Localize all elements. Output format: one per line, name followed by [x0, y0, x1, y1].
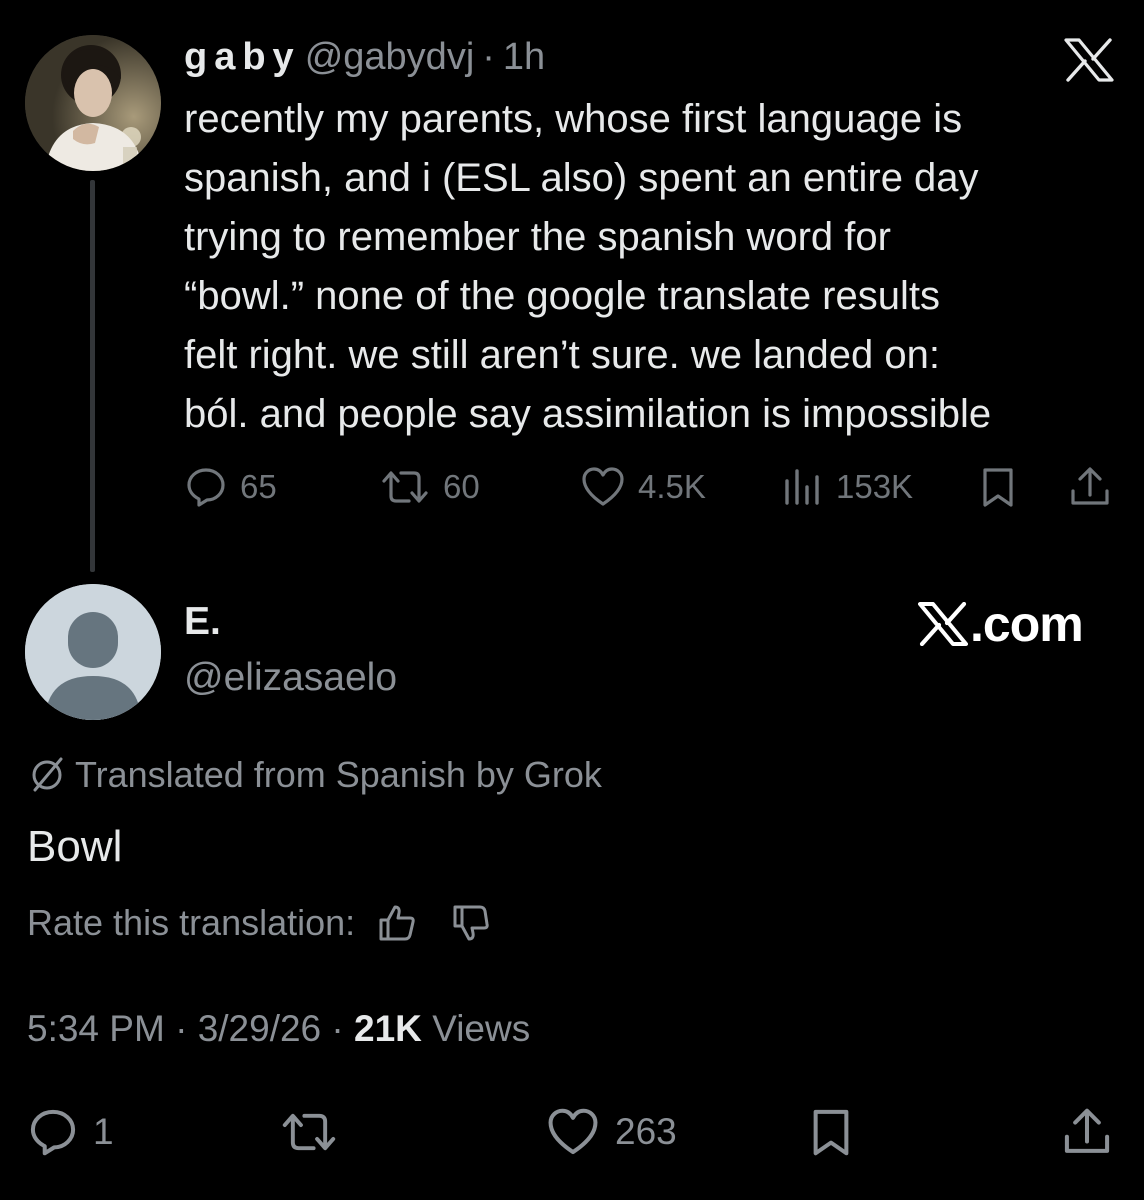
share-icon	[1064, 1108, 1110, 1153]
thumbs-down-icon[interactable]	[451, 903, 491, 943]
thumbs-up-icon[interactable]	[377, 903, 417, 943]
like-button[interactable]: 4.5K	[580, 462, 706, 512]
meta-separator: ·	[175, 1008, 188, 1049]
tweet-text-line: felt right. we still aren’t sure. we lan…	[184, 333, 940, 377]
views-icon	[785, 469, 819, 505]
elizasaelo-avatar[interactable]	[25, 584, 161, 720]
reply-button[interactable]: 1	[27, 1104, 114, 1160]
thread-line	[90, 180, 95, 572]
reply-button[interactable]: 65	[184, 462, 277, 512]
reply-views-label: Views	[432, 1008, 531, 1049]
tweet-text-line: “bowl.” none of the google translate res…	[184, 274, 940, 318]
share-icon	[1071, 467, 1109, 505]
views-button[interactable]: 153K	[780, 462, 913, 512]
tweet-text-line: spanish, and i (ESL also) spent an entir…	[184, 156, 979, 200]
translate-icon	[32, 757, 63, 792]
share-button[interactable]	[1068, 462, 1112, 512]
bookmark-button[interactable]	[976, 462, 1020, 512]
like-button[interactable]: 263	[545, 1104, 677, 1160]
reply-tweet-text: Bowl	[27, 822, 123, 871]
translation-note-text: Translated from Spanish by Grok	[75, 754, 602, 795]
x-logo-icon	[1064, 38, 1114, 82]
bookmark-icon	[983, 468, 1013, 507]
share-button[interactable]	[1061, 1104, 1113, 1160]
brand-domain: .com	[970, 596, 1084, 652]
default-avatar-icon	[25, 584, 161, 720]
bookmark-button[interactable]	[805, 1104, 857, 1160]
reply-display-name[interactable]: E.	[184, 600, 221, 644]
repost-button[interactable]: 60	[379, 462, 480, 512]
like-count: 4.5K	[638, 468, 706, 505]
tweet-text-line: trying to remember the spanish word for	[184, 215, 891, 259]
parent-handle[interactable]: @gabydvj	[305, 36, 475, 79]
reply-views-count: 21K	[354, 1008, 422, 1049]
reply-date[interactable]: 3/29/26	[198, 1008, 321, 1049]
reply-time[interactable]: 5:34 PM	[27, 1008, 165, 1049]
avatar-photo-icon	[25, 35, 161, 171]
parent-display-name[interactable]: gaby	[184, 36, 301, 79]
views-count: 153K	[836, 468, 914, 505]
bookmark-icon	[813, 1109, 849, 1156]
repost-count: 60	[443, 468, 480, 505]
parent-action-bar: 65 60 4.5K 153K	[184, 462, 1114, 512]
x-com-brand: .com	[918, 596, 1084, 652]
parent-tweet-header: gaby @gabydvj · 1h	[184, 36, 545, 86]
rate-translation: Rate this translation:	[27, 902, 491, 944]
like-icon	[548, 1108, 598, 1155]
tweet-meta: 5:34 PM · 3/29/26 · 21K Views	[27, 1008, 530, 1050]
meta-separator: ·	[331, 1008, 344, 1049]
like-count: 263	[615, 1111, 677, 1152]
reply-action-bar: 1 263	[27, 1104, 1117, 1160]
parent-timestamp[interactable]: 1h	[503, 36, 545, 79]
reply-handle[interactable]: @elizasaelo	[184, 656, 397, 700]
reply-count: 1	[93, 1111, 114, 1152]
reply-count: 65	[240, 468, 277, 505]
translation-note: Translated from Spanish by Grok	[27, 754, 602, 796]
repost-button[interactable]	[279, 1104, 339, 1160]
repost-icon	[282, 1113, 336, 1151]
gaby-avatar[interactable]	[25, 35, 161, 171]
rate-translation-label: Rate this translation:	[27, 902, 356, 943]
header-separator: ·	[482, 36, 495, 78]
repost-icon	[382, 471, 428, 503]
tweet-text-line: ból. and people say assimilation is impo…	[184, 392, 992, 436]
reply-icon	[187, 468, 225, 507]
parent-tweet-text: recently my parents, whose first languag…	[184, 90, 1134, 444]
tweet-text-line: recently my parents, whose first languag…	[184, 97, 963, 141]
like-icon	[582, 467, 624, 506]
x-logo-icon	[918, 602, 968, 646]
reply-icon	[30, 1109, 76, 1156]
